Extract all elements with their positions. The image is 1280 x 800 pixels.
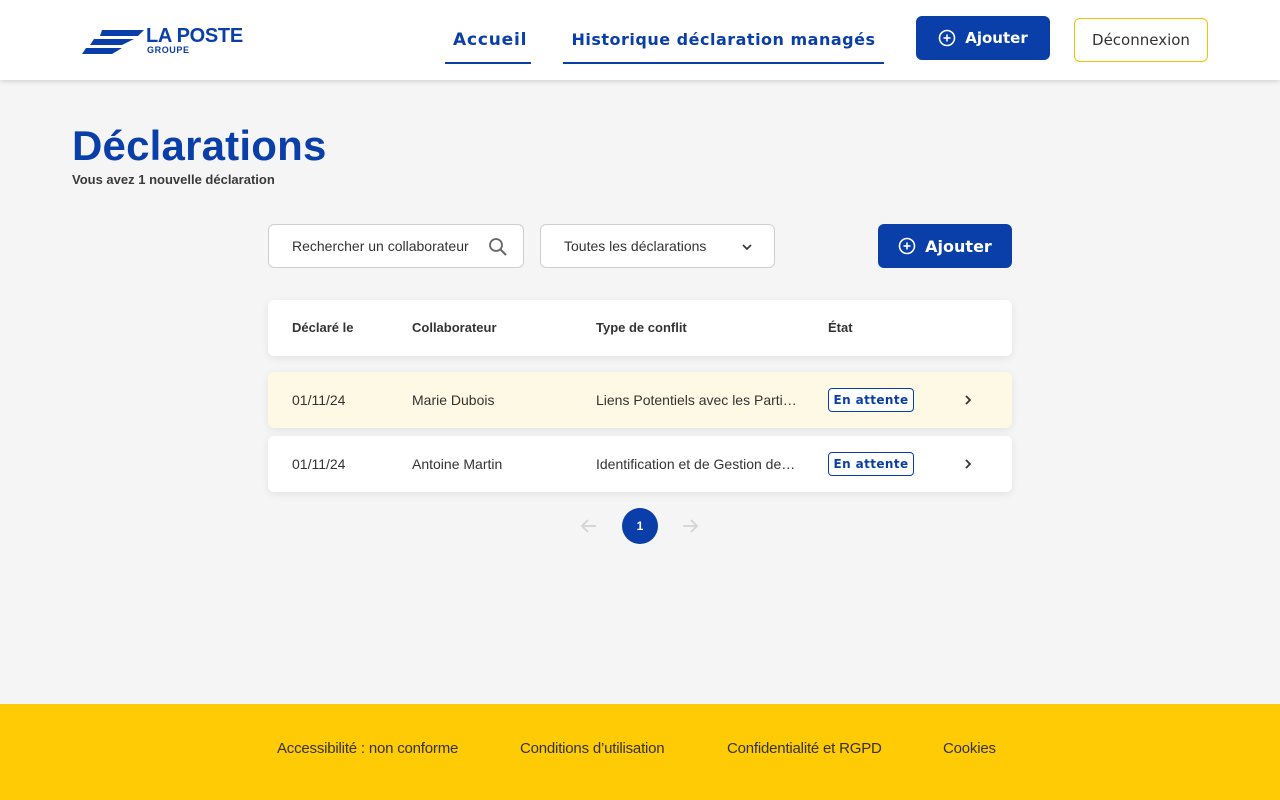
row-collaborator: Marie Dubois bbox=[412, 392, 495, 408]
header-add-label: Ajouter bbox=[965, 29, 1028, 47]
plus-circle-icon bbox=[898, 237, 916, 255]
status-badge: En attente bbox=[828, 388, 914, 412]
add-declaration-label: Ajouter bbox=[925, 236, 992, 256]
page-number-current[interactable]: 1 bbox=[622, 508, 658, 544]
chevron-right-icon[interactable] bbox=[961, 393, 975, 407]
column-header-collaborator: Collaborateur bbox=[412, 320, 497, 335]
page-subtitle: Vous avez 1 nouvelle déclaration bbox=[72, 172, 275, 187]
next-page-arrow-icon[interactable] bbox=[680, 516, 700, 536]
search-input[interactable] bbox=[292, 238, 482, 254]
table-row[interactable]: 01/11/24 Marie Dubois Liens Potentiels a… bbox=[268, 372, 1012, 428]
page-title: Déclarations bbox=[72, 122, 327, 169]
footer-link-privacy[interactable]: Confidentialité et RGPD bbox=[727, 740, 882, 757]
row-conflict-type: Identification et de Gestion des Conflit… bbox=[596, 456, 802, 472]
add-declaration-button[interactable]: Ajouter bbox=[878, 224, 1012, 268]
footer-link-cookies[interactable]: Cookies bbox=[943, 740, 996, 757]
search-icon[interactable] bbox=[488, 237, 508, 257]
nav-accueil[interactable]: Accueil bbox=[445, 30, 531, 64]
row-collaborator: Antoine Martin bbox=[412, 456, 503, 472]
footer-link-accessibility[interactable]: Accessibilité : non conforme bbox=[277, 740, 458, 757]
la-poste-bird-icon bbox=[82, 30, 144, 54]
row-date: 01/11/24 bbox=[292, 456, 346, 472]
chevron-right-icon[interactable] bbox=[961, 457, 975, 471]
status-badge: En attente bbox=[828, 452, 914, 476]
row-conflict-type: Liens Potentiels avec les Parties Prenan… bbox=[596, 392, 802, 408]
page-footer: Accessibilité : non conforme Conditions … bbox=[0, 704, 1280, 800]
nav-historique[interactable]: Historique déclaration managés bbox=[563, 30, 884, 64]
plus-circle-icon bbox=[938, 29, 956, 47]
column-header-conflict: Type de conflit bbox=[596, 320, 687, 335]
footer-link-terms[interactable]: Conditions d’utilisation bbox=[520, 740, 665, 757]
table-header: Déclaré le Collaborateur Type de conflit… bbox=[268, 300, 1012, 356]
header-add-button[interactable]: Ajouter bbox=[916, 16, 1050, 60]
column-header-status: État bbox=[828, 320, 853, 335]
table-row[interactable]: 01/11/24 Antoine Martin Identification e… bbox=[268, 436, 1012, 492]
la-poste-logo[interactable]: LA POSTE GROUPE bbox=[82, 25, 252, 60]
filter-selected-value: Toutes les déclarations bbox=[564, 238, 707, 254]
column-header-date: Déclaré le bbox=[292, 320, 354, 335]
brand-subname: GROUPE bbox=[147, 45, 190, 55]
top-header: LA POSTE GROUPE Accueil Historique décla… bbox=[0, 0, 1280, 80]
logout-button[interactable]: Déconnexion bbox=[1074, 18, 1208, 62]
chevron-down-icon bbox=[742, 244, 752, 251]
previous-page-arrow-icon[interactable] bbox=[579, 516, 599, 536]
row-date: 01/11/24 bbox=[292, 392, 346, 408]
search-field[interactable] bbox=[268, 224, 524, 268]
declaration-filter-select[interactable]: Toutes les déclarations bbox=[540, 224, 775, 268]
